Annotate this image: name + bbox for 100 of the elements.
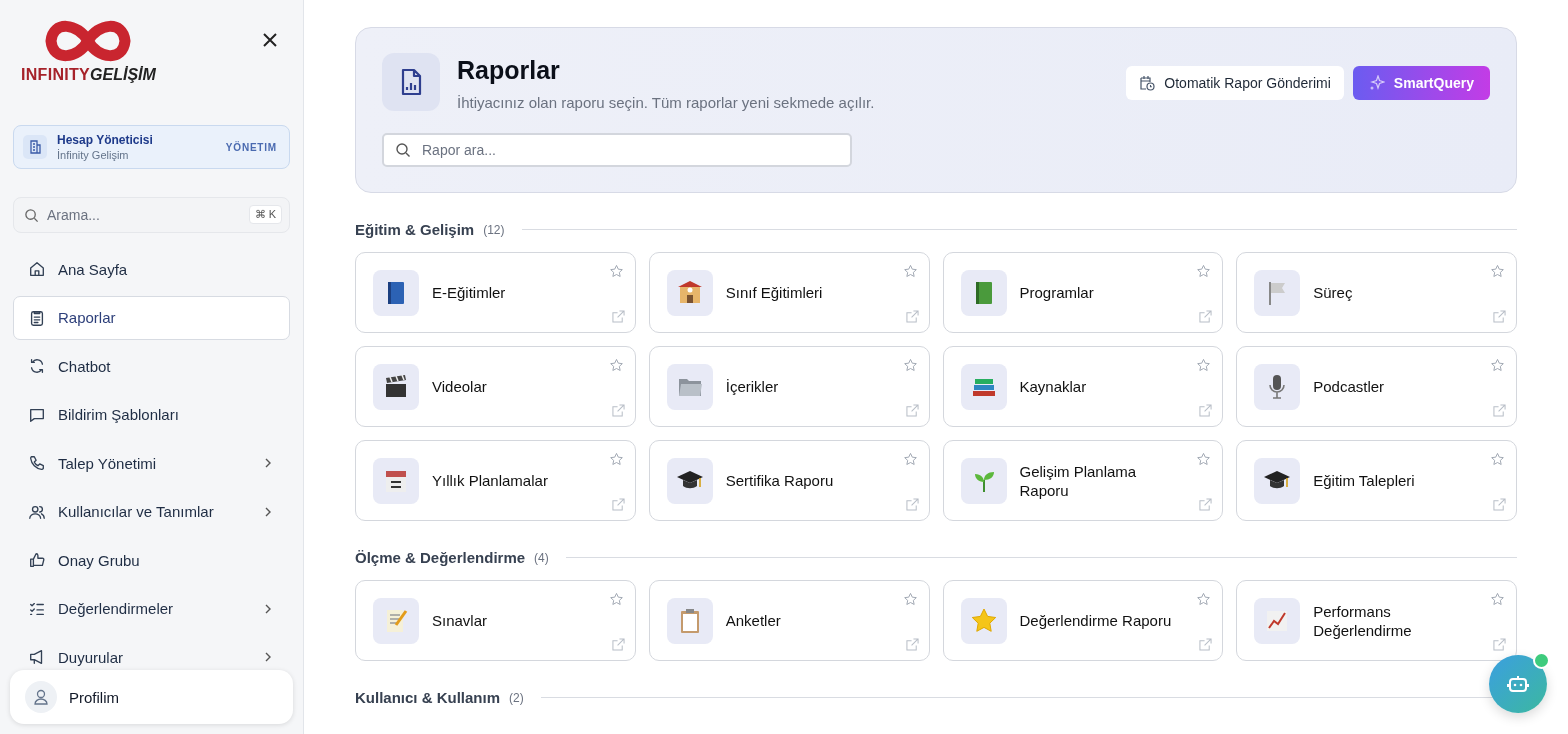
- report-card[interactable]: Gelişim Planlama Raporu: [942, 440, 1224, 521]
- nav-item[interactable]: Onay Grubu: [13, 538, 290, 582]
- report-card[interactable]: Süreç: [1236, 252, 1517, 333]
- section-count: (12): [483, 222, 505, 237]
- book-icon: [373, 269, 419, 316]
- logo-text: GELİŞİM: [90, 66, 156, 84]
- account-card[interactable]: Hesap Yöneticisi İnfinity Gelişim YÖNETIM: [13, 125, 290, 169]
- external-link-icon[interactable]: [1199, 310, 1213, 323]
- star-icon[interactable]: [902, 452, 918, 467]
- sprout-icon: [960, 457, 1007, 504]
- book2-icon: [960, 269, 1007, 316]
- report-card[interactable]: İçerikler: [648, 346, 930, 427]
- report-card[interactable]: Yıllık Planlamalar: [355, 440, 636, 521]
- report-card[interactable]: Anketler: [648, 580, 930, 661]
- cap-icon: [1254, 457, 1301, 504]
- section-title: Kullanıcı & Kullanım: [355, 689, 501, 706]
- star-icon[interactable]: [902, 592, 918, 607]
- report-card[interactable]: Programlar: [942, 252, 1224, 333]
- report-card[interactable]: E-Eğitimler: [355, 252, 636, 333]
- mic-icon: [1254, 363, 1301, 410]
- star-icon[interactable]: [608, 358, 624, 373]
- star-icon[interactable]: [902, 264, 918, 279]
- folder-icon: [666, 363, 713, 410]
- external-link-icon[interactable]: [611, 404, 625, 417]
- external-link-icon[interactable]: [611, 498, 625, 511]
- external-link-icon[interactable]: [1493, 404, 1506, 417]
- search-icon: [395, 142, 411, 158]
- account-subtitle: İnfinity Gelişim: [57, 149, 130, 161]
- clipboard2-icon: [666, 597, 713, 644]
- star-icon[interactable]: [608, 264, 624, 279]
- report-card[interactable]: Değerlendirme Raporu: [942, 580, 1224, 661]
- report-card[interactable]: Sınıf Eğitimleri: [648, 252, 930, 333]
- nav-item[interactable]: Kullanıcılar ve Tanımlar: [13, 489, 290, 534]
- nav-item[interactable]: Duyurular: [13, 635, 290, 668]
- home-icon: [28, 260, 46, 278]
- external-link-icon[interactable]: [1493, 638, 1506, 651]
- report-card[interactable]: Sınavlar: [355, 580, 636, 661]
- report-card[interactable]: Podcastler: [1236, 346, 1517, 427]
- nav-item[interactable]: Raporlar: [13, 295, 290, 340]
- sparkle-icon: [1368, 75, 1385, 91]
- search-icon: [24, 208, 39, 223]
- nav-item[interactable]: Ana Sayfa: [13, 247, 290, 291]
- role-label: YÖNETIM: [225, 141, 277, 153]
- phone-icon: [28, 454, 46, 472]
- external-link-icon[interactable]: [905, 498, 919, 511]
- external-link-icon[interactable]: [905, 404, 919, 417]
- nav-item[interactable]: Değerlendirmeler: [13, 586, 290, 631]
- flag-icon: [1254, 269, 1301, 316]
- profile-button[interactable]: Profilim: [10, 670, 293, 724]
- memo-icon: [373, 597, 419, 644]
- external-link-icon[interactable]: [611, 310, 625, 323]
- external-link-icon[interactable]: [1199, 638, 1213, 651]
- nav-item[interactable]: Bildirim Şablonları: [13, 392, 290, 437]
- cap-icon: [666, 457, 713, 504]
- star-icon[interactable]: [1196, 592, 1212, 607]
- shortcut-badge: ⌘ K: [248, 205, 282, 224]
- star-icon[interactable]: [1196, 452, 1212, 467]
- close-icon[interactable]: [262, 32, 278, 48]
- building-icon: [23, 135, 47, 159]
- thumb-icon: [28, 551, 46, 569]
- section-count: (4): [534, 550, 549, 565]
- nav-item[interactable]: Talep Yönetimi: [13, 441, 290, 485]
- report-card[interactable]: Videolar: [355, 346, 636, 427]
- smartquery-button[interactable]: SmartQuery: [1352, 66, 1490, 100]
- star-icon[interactable]: [1490, 358, 1505, 373]
- external-link-icon[interactable]: [1493, 310, 1506, 323]
- external-link-icon[interactable]: [905, 638, 919, 651]
- star-icon[interactable]: [1490, 452, 1505, 467]
- star-icon[interactable]: [608, 592, 624, 607]
- report-card[interactable]: Kaynaklar: [942, 346, 1224, 427]
- report-search-field[interactable]: Rapor ara...: [382, 133, 852, 167]
- report-card[interactable]: Sertifika Raporu: [648, 440, 930, 521]
- page-subtitle: İhtiyacınız olan raporu seçin. Tüm raporlar yeni sekmede açılır.: [457, 94, 876, 111]
- report-card[interactable]: Performans Değerlendirme: [1236, 580, 1517, 661]
- chart-icon: [1254, 597, 1301, 644]
- clipboard-icon: [28, 308, 46, 327]
- building-icon: [666, 269, 713, 316]
- star-icon[interactable]: [1490, 592, 1505, 607]
- schedule-button[interactable]: Otomatik Rapor Gönderimi: [1126, 66, 1344, 100]
- calendar-icon: [373, 457, 419, 504]
- external-link-icon[interactable]: [905, 310, 919, 323]
- nav-item[interactable]: Chatbot: [13, 344, 290, 388]
- external-link-icon[interactable]: [1199, 498, 1213, 511]
- refresh-icon: [28, 357, 46, 375]
- page-title: Raporlar: [457, 56, 561, 85]
- report-file-icon: [382, 53, 440, 111]
- external-link-icon[interactable]: [611, 638, 625, 651]
- star-icon[interactable]: [1196, 264, 1212, 279]
- star-icon[interactable]: [608, 452, 624, 467]
- report-card[interactable]: Eğitim Talepleri: [1236, 440, 1517, 521]
- star-icon[interactable]: [902, 358, 918, 373]
- external-link-icon[interactable]: [1199, 404, 1213, 417]
- account-title: Hesap Yöneticisi: [57, 133, 154, 147]
- star-icon[interactable]: [1196, 358, 1212, 373]
- chatbot-button[interactable]: [1489, 655, 1547, 713]
- books-icon: [960, 363, 1007, 410]
- calendar-clock-icon: [1139, 75, 1156, 91]
- external-link-icon[interactable]: [1493, 498, 1506, 511]
- star-icon[interactable]: [1490, 264, 1505, 279]
- user-icon: [25, 681, 57, 713]
